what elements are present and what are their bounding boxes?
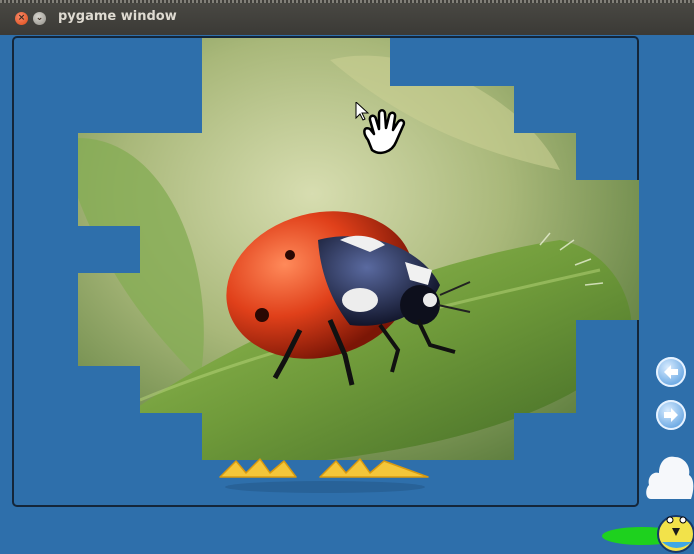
duck-character-icon xyxy=(602,515,694,553)
arrow-right-icon xyxy=(664,408,678,422)
previous-button[interactable] xyxy=(656,357,686,387)
next-button[interactable] xyxy=(656,400,686,430)
duck-feet-icon xyxy=(219,458,429,493)
cloud-icon[interactable] xyxy=(645,449,694,501)
arrow-left-icon xyxy=(664,365,678,379)
hand-cursor-icon xyxy=(355,102,406,154)
